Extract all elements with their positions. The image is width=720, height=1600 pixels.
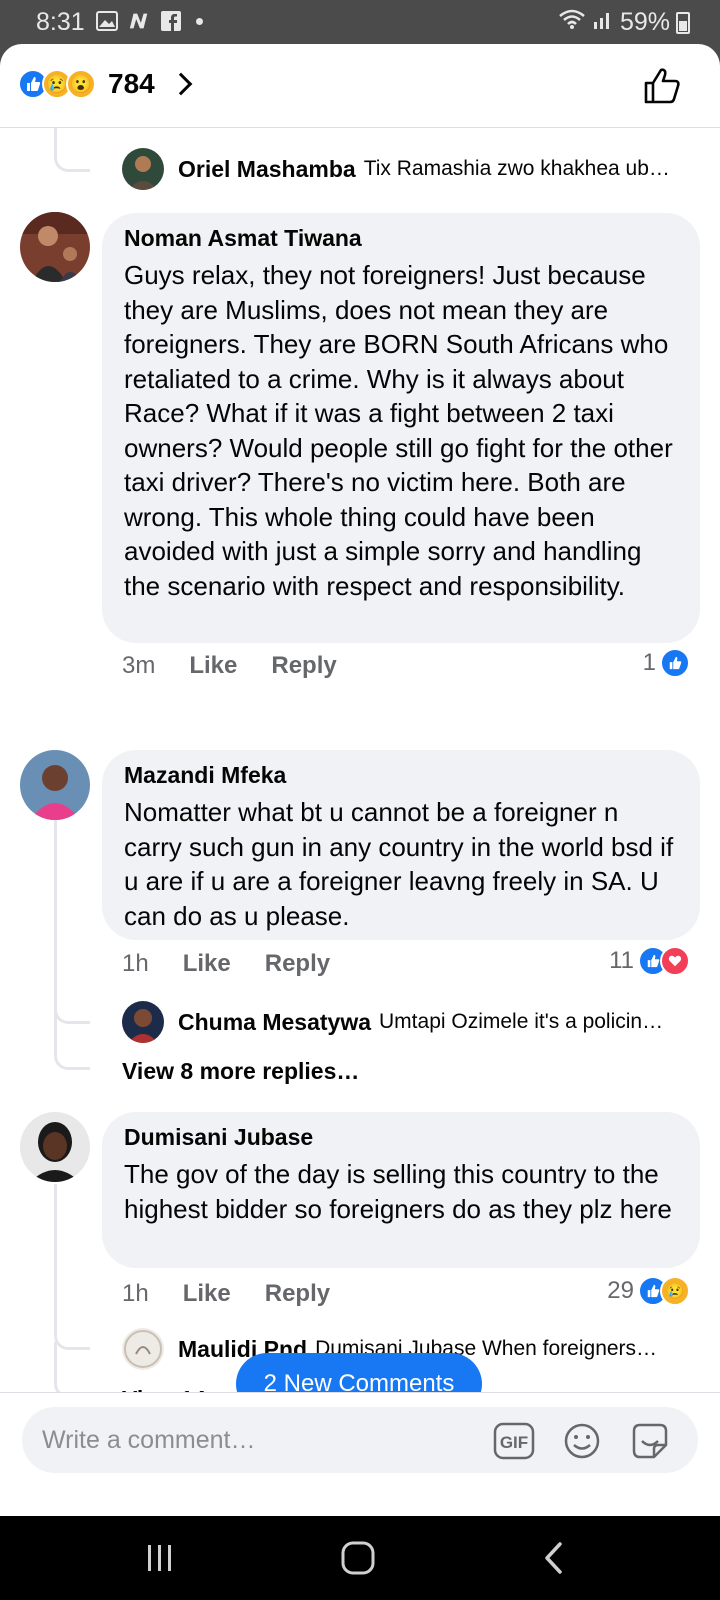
comment-reactions[interactable]: 11 — [609, 946, 690, 976]
view-more-replies[interactable]: View 8 more replies… — [122, 1058, 359, 1085]
comment-author[interactable]: Dumisani Jubase — [124, 1124, 678, 1151]
gif-label: GIF — [500, 1433, 528, 1452]
avatar[interactable] — [20, 212, 90, 282]
thumbs-up-icon[interactable] — [642, 66, 682, 106]
like-button[interactable]: Like — [183, 1280, 231, 1308]
wow-reaction-icon: 😮 — [66, 69, 96, 99]
comment-composer: GIF — [0, 1392, 720, 1518]
comment-reactions[interactable]: 1 — [643, 648, 690, 678]
sticker-icon[interactable] — [628, 1419, 672, 1463]
thread-line — [54, 128, 57, 148]
comment-actions: 1h Like Reply — [122, 1280, 364, 1308]
reactions-summary[interactable]: 😢 😮 784 — [18, 68, 193, 100]
status-right: 59% — [558, 8, 690, 37]
comment-reactions[interactable]: 29 😢 — [607, 1276, 690, 1306]
reply-button[interactable]: Reply — [271, 652, 336, 680]
comments-header: 😢 😮 784 — [0, 44, 720, 128]
reply-connector — [54, 146, 90, 172]
comment-actions: 3m Like Reply — [122, 652, 371, 680]
reply-author[interactable]: Oriel Mashamba — [178, 156, 356, 183]
signal-icon — [592, 8, 614, 37]
reaction-count: 784 — [108, 68, 155, 99]
emoji-icon[interactable] — [560, 1419, 604, 1463]
comment-author[interactable]: Mazandi Mfeka — [124, 762, 678, 789]
reply-preview[interactable]: Oriel Mashamba Tix Ramashia zwo khakhea … — [122, 148, 702, 190]
comment-input[interactable] — [42, 1407, 482, 1473]
reply-preview[interactable]: Chuma Mesatywa Umtapi Ozimele it's a pol… — [122, 1001, 702, 1043]
notification-icons — [96, 10, 203, 32]
comment-bubble[interactable]: Mazandi Mfeka Nomatter what bt u cannot … — [102, 750, 700, 940]
comment-time: 1h — [122, 950, 149, 977]
back-icon[interactable] — [532, 1538, 576, 1578]
wifi-icon — [558, 8, 586, 37]
composer-box: GIF — [22, 1407, 698, 1473]
avatar[interactable] — [20, 1112, 90, 1182]
sad-reaction-icon: 😢 — [660, 1276, 690, 1306]
reply-button[interactable]: Reply — [265, 1280, 330, 1308]
dot-icon — [196, 17, 203, 25]
reply-connector — [54, 1342, 90, 1398]
chevron-right-icon — [169, 72, 193, 96]
facebook-icon — [160, 10, 182, 32]
comment-text: Guys relax, they not foreigners! Just be… — [124, 260, 673, 601]
comment-bubble[interactable]: Dumisani Jubase The gov of the day is se… — [102, 1112, 700, 1268]
gif-button[interactable]: GIF — [492, 1419, 536, 1463]
avatar[interactable] — [20, 750, 90, 820]
reaction-count: 1 — [642, 649, 656, 676]
comments-sheet: 😢 😮 784 Oriel Mashamba Tix Ramashia zwo … — [0, 44, 720, 1516]
like-button[interactable]: Like — [189, 652, 237, 680]
status-time: 8:31 — [36, 8, 85, 36]
battery-percent: 59% — [619, 8, 670, 36]
like-button[interactable]: Like — [183, 950, 231, 978]
reply-author[interactable]: Chuma Mesatywa — [178, 1009, 371, 1036]
reply-text: Tix Ramashia zwo khakhea ub… — [363, 157, 670, 180]
reply-text: Umtapi Ozimele it's a policin… — [379, 1010, 664, 1033]
comment-text: Nomatter what bt u cannot be a foreigner… — [124, 797, 674, 931]
reaction-count: 11 — [609, 947, 634, 974]
like-reaction-icon — [660, 648, 690, 678]
avatar[interactable] — [122, 148, 164, 190]
comment-text: The gov of the day is selling this count… — [124, 1159, 672, 1224]
battery-icon — [676, 11, 690, 34]
comment-actions: 1h Like Reply — [122, 950, 364, 978]
avatar[interactable] — [122, 1328, 164, 1370]
n-app-icon — [128, 10, 150, 32]
reply-connector — [54, 1012, 90, 1070]
love-reaction-icon — [660, 946, 690, 976]
recent-apps-icon[interactable] — [138, 1538, 182, 1578]
reaction-count: 29 — [607, 1277, 634, 1304]
comment-bubble[interactable]: Noman Asmat Tiwana Guys relax, they not … — [102, 213, 700, 643]
reply-button[interactable]: Reply — [265, 950, 330, 978]
comment-author[interactable]: Noman Asmat Tiwana — [124, 225, 678, 252]
comment-time: 1h — [122, 1280, 149, 1307]
status-bar: 8:31 59% — [0, 0, 720, 44]
system-nav-bar — [0, 1516, 720, 1600]
avatar[interactable] — [122, 1001, 164, 1043]
home-icon[interactable] — [336, 1538, 380, 1578]
gallery-icon — [96, 10, 118, 32]
comment-time: 3m — [122, 652, 156, 679]
